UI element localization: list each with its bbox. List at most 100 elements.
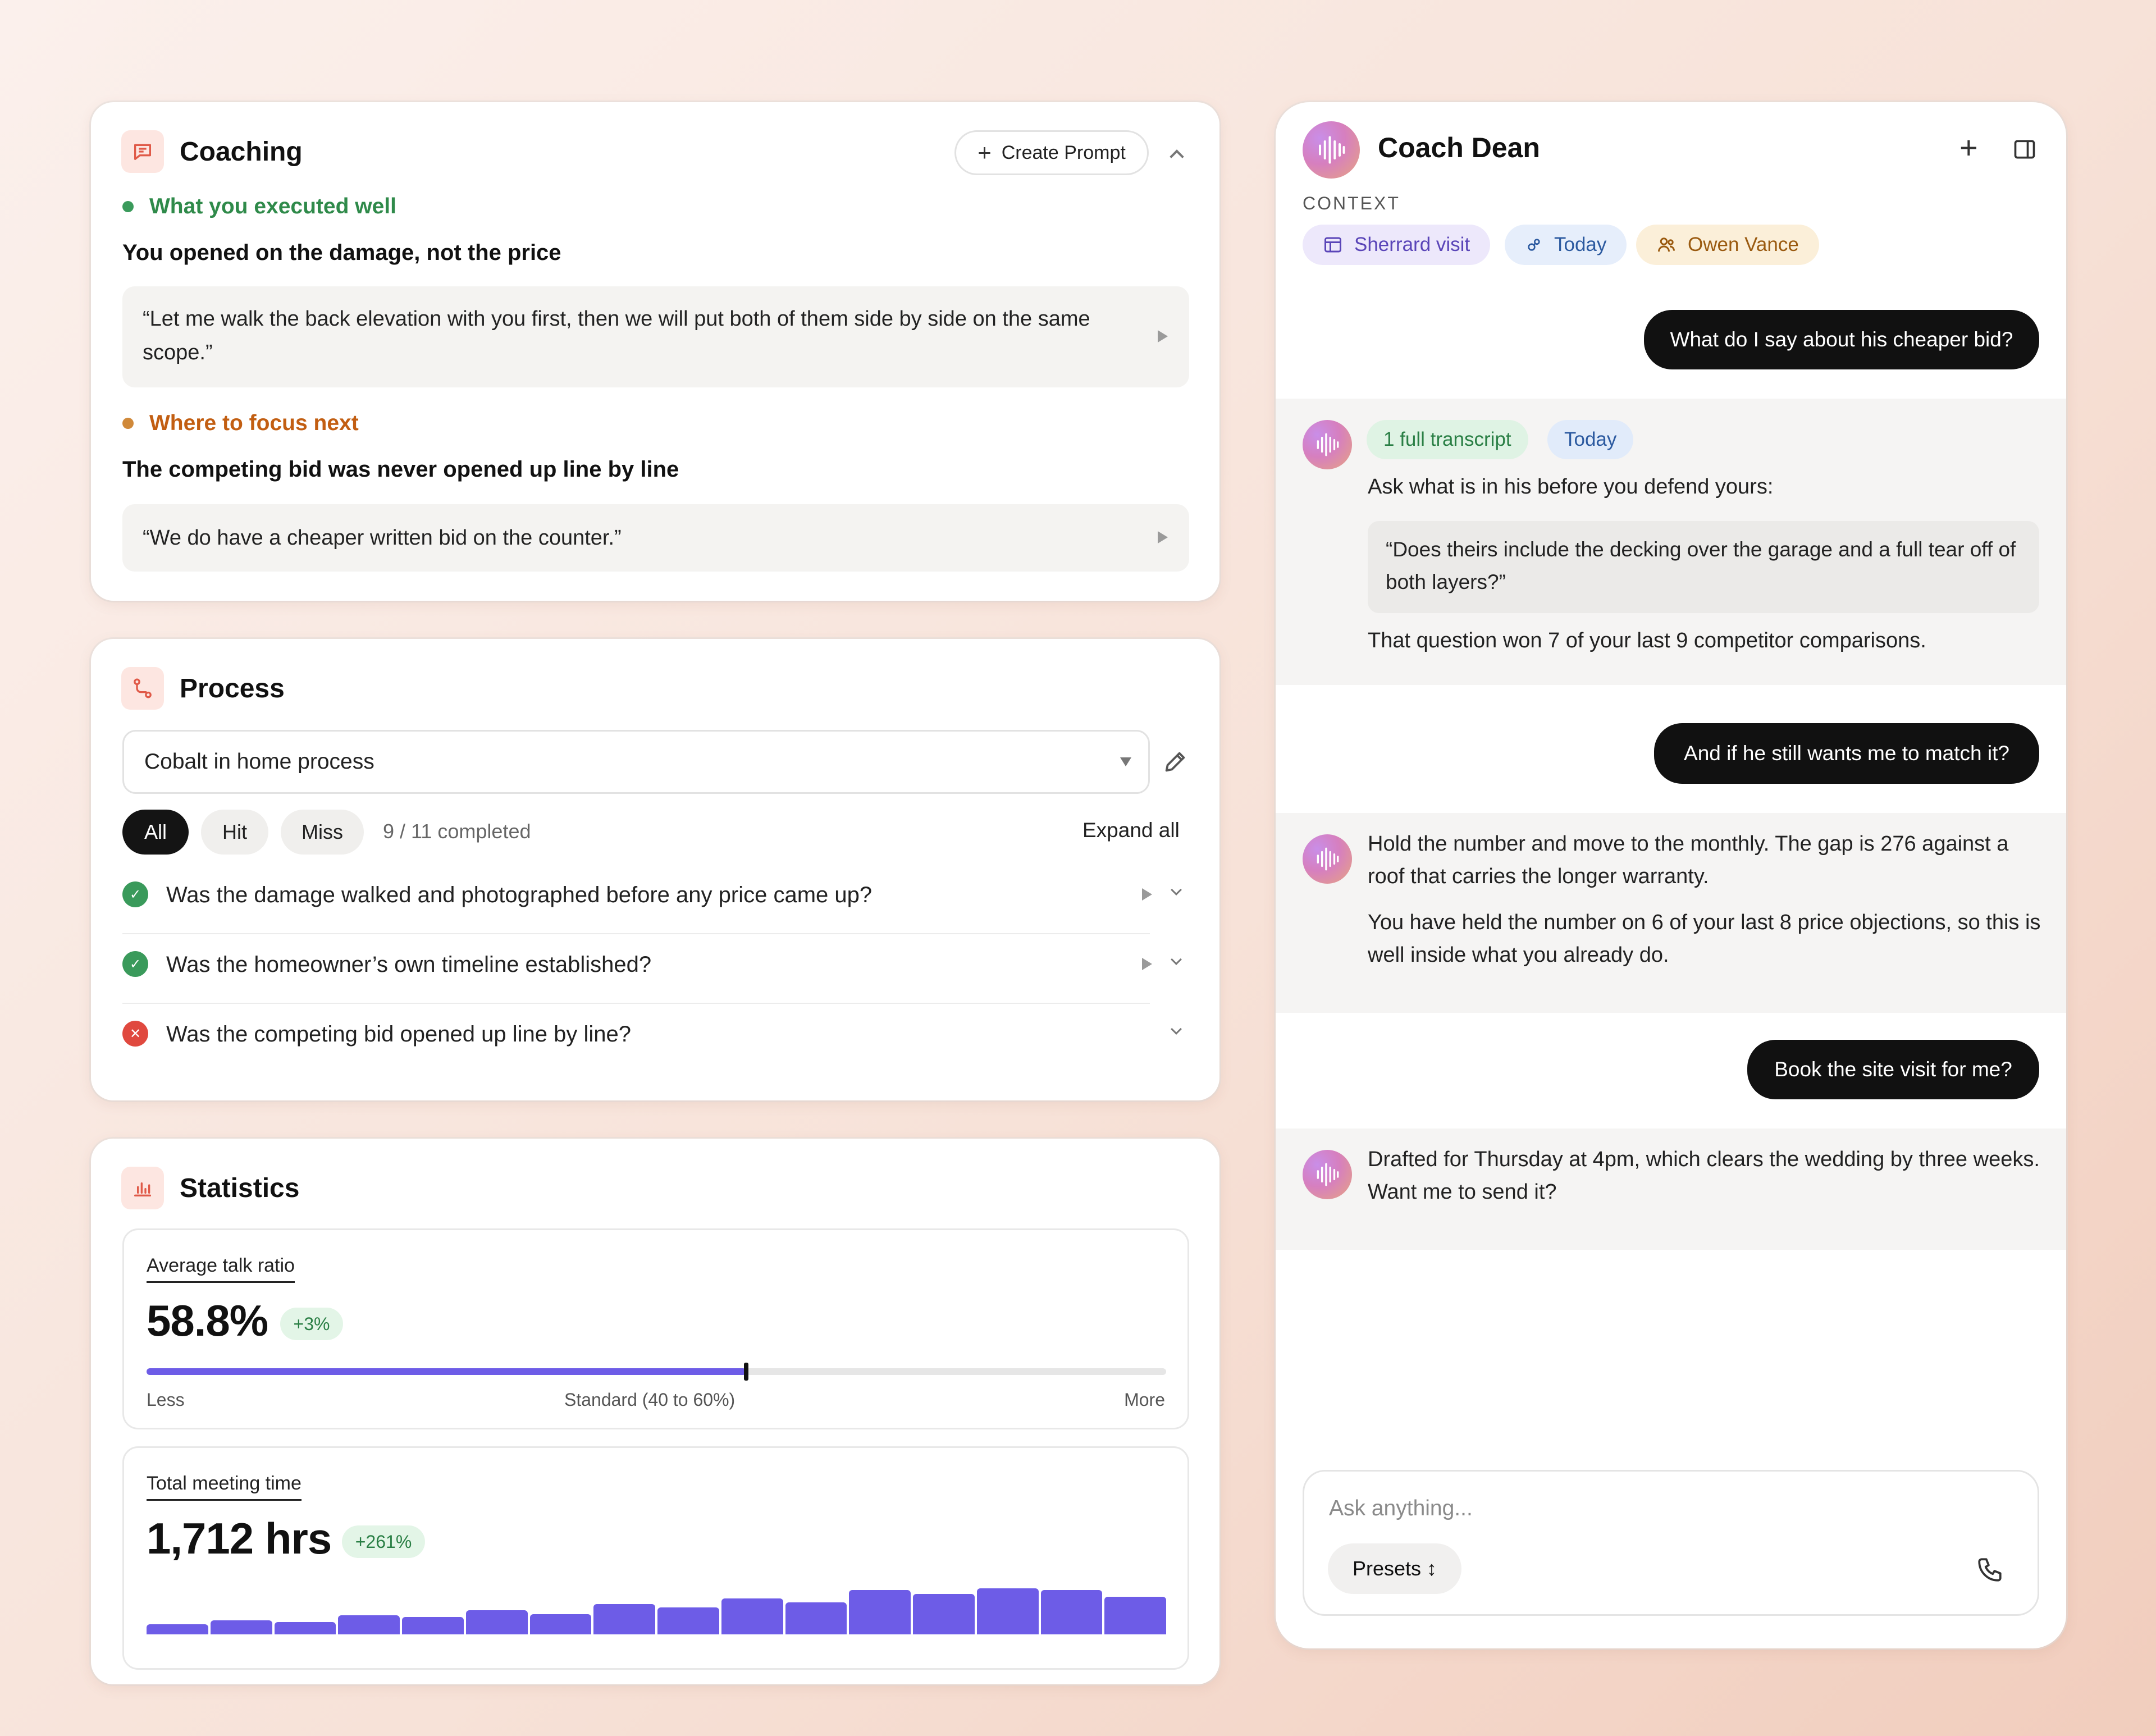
play-icon[interactable] <box>1158 531 1168 543</box>
presets-button[interactable]: Presets ↕ <box>1328 1543 1461 1594</box>
context-tag-owen-label: Owen Vance <box>1688 234 1799 255</box>
miss-x-icon: ✕ <box>122 1021 148 1047</box>
ai-response: Hold the number and move to the monthly.… <box>1276 813 2066 1013</box>
ai-paragraph-1: Hold the number and move to the monthly.… <box>1368 832 2009 888</box>
ai-quote: “Does theirs include the decking over th… <box>1368 521 2039 613</box>
context-tag-owen[interactable]: Owen Vance <box>1636 225 1819 265</box>
ai-response: Drafted for Thursday at 4pm, which clear… <box>1276 1129 2066 1250</box>
statistics-card: Statistics Average talk ratio 58.8% +3% … <box>91 1139 1219 1684</box>
meeting-time-bar <box>274 1622 336 1634</box>
ai-intro-text: Ask what is in his before you defend you… <box>1368 475 1774 499</box>
process-item-2: Was the homeowner’s own timeline establi… <box>166 952 652 977</box>
today-tag[interactable]: Today <box>1547 420 1634 459</box>
ai-quote-text: “Does theirs include the decking over th… <box>1386 538 2016 593</box>
orange-dot-icon <box>122 418 134 429</box>
meeting-time-bar <box>785 1602 847 1634</box>
meeting-time-bar <box>465 1610 528 1634</box>
ai-response: 1 full transcript Today Ask what is in h… <box>1276 399 2066 685</box>
process-select-value: Cobalt in home process <box>144 750 374 774</box>
link-icon <box>1525 236 1543 254</box>
talk-ratio-track <box>147 1363 1166 1381</box>
focus-label-text: Where to focus next <box>149 411 359 435</box>
context-tag-sherrard[interactable]: Sherrard visit <box>1303 225 1491 265</box>
user-message: And if he still wants me to match it? <box>1654 723 2039 784</box>
meeting-time-bar <box>402 1617 464 1634</box>
focus-quote[interactable]: “We do have a cheaper written bid on the… <box>122 504 1189 572</box>
coaching-header: Coaching <box>121 130 303 173</box>
well-quote[interactable]: “Let me walk the back elevation with you… <box>122 286 1189 387</box>
talk-ratio-delta: +3% <box>280 1308 343 1340</box>
chevron-down-icon[interactable] <box>1171 884 1182 896</box>
route-icon <box>121 667 164 710</box>
process-item-1: Was the damage walked and photographed b… <box>166 883 873 907</box>
meeting-time-bar <box>210 1620 272 1634</box>
chevron-down-icon[interactable] <box>1171 1024 1182 1035</box>
play-icon[interactable] <box>1142 958 1152 970</box>
filter-hit[interactable]: Hit <box>201 810 268 855</box>
expand-all-button[interactable]: Expand all <box>1082 819 1180 842</box>
coach-avatar <box>1303 121 1360 179</box>
well-label-text: What you executed well <box>149 194 396 218</box>
row-divider <box>122 1003 1150 1004</box>
well-headline: You opened on the damage, not the price <box>122 240 561 265</box>
coach-panel: Coach Dean + CONTEXT Sherrard visit Toda… <box>1276 102 2066 1648</box>
hit-check-icon: ✓ <box>122 951 148 977</box>
meeting-time-bar <box>1040 1590 1103 1634</box>
completed-count: 9 / 11 completed <box>383 820 531 843</box>
meeting-time-bar <box>976 1588 1039 1634</box>
talk-ratio-box: Average talk ratio 58.8% +3% Less Standa… <box>122 1228 1189 1429</box>
context-tag-sherrard-label: Sherrard visit <box>1354 234 1470 255</box>
meeting-time-bar <box>593 1604 655 1634</box>
talk-ratio-marker <box>743 1363 748 1381</box>
ask-input-placeholder[interactable]: Ask anything... <box>1329 1496 1473 1521</box>
new-chat-plus-icon[interactable]: + <box>1959 129 1978 166</box>
process-title: Process <box>180 673 285 703</box>
meeting-time-bar <box>657 1607 719 1634</box>
green-dot-icon <box>122 201 134 212</box>
more-label: More <box>1124 1390 1165 1410</box>
play-icon[interactable] <box>1158 330 1168 342</box>
context-tag-today[interactable]: Today <box>1505 225 1627 265</box>
talk-ratio-fill <box>147 1368 746 1375</box>
create-prompt-label: Create Prompt <box>1001 141 1126 163</box>
focus-section-label: Where to focus next <box>122 411 359 436</box>
collapse-chevron-icon[interactable] <box>1170 149 1184 164</box>
transcript-tag[interactable]: 1 full transcript <box>1367 420 1528 459</box>
statistics-header: Statistics <box>121 1167 299 1209</box>
chevron-down-icon[interactable] <box>1171 954 1182 965</box>
ask-input-box[interactable]: Ask anything... Presets ↕ <box>1303 1470 2039 1616</box>
well-section-label: What you executed well <box>122 194 396 219</box>
process-card: Process Cobalt in home process All Hit M… <box>91 639 1219 1100</box>
meeting-time-bars <box>147 1588 1166 1634</box>
user-message: What do I say about his cheaper bid? <box>1644 310 2039 369</box>
meeting-time-bar <box>849 1590 911 1634</box>
phone-icon[interactable] <box>1976 1556 2004 1584</box>
chat-icon <box>121 130 164 173</box>
ai-paragraph-2: You have held the number on 6 of your la… <box>1368 911 2041 967</box>
less-label: Less <box>147 1390 185 1410</box>
talk-ratio-label: Average talk ratio <box>147 1255 295 1283</box>
user-message: Book the site visit for me? <box>1747 1040 2039 1099</box>
edit-pencil-icon[interactable] <box>1162 749 1188 775</box>
meeting-time-delta: +261% <box>342 1525 425 1558</box>
sidebar-toggle-icon[interactable] <box>2012 137 2037 162</box>
meeting-time-bar <box>1104 1597 1166 1634</box>
ai-paragraph: Drafted for Thursday at 4pm, which clear… <box>1368 1148 2040 1204</box>
process-item-3: Was the competing bid opened up line by … <box>166 1022 631 1047</box>
filter-all[interactable]: All <box>122 810 189 855</box>
filter-miss[interactable]: Miss <box>281 810 364 855</box>
context-tag-today-label: Today <box>1554 234 1607 255</box>
statistics-title: Statistics <box>180 1173 300 1203</box>
coach-title: Coach Dean <box>1378 132 1540 163</box>
play-icon[interactable] <box>1142 888 1152 901</box>
meeting-time-bar <box>721 1598 783 1634</box>
context-label: CONTEXT <box>1303 193 1400 213</box>
meeting-time-bar <box>529 1614 592 1634</box>
meeting-time-value: 1,712 hrs <box>147 1514 332 1563</box>
focus-quote-text: “We do have a cheaper written bid on the… <box>143 526 622 550</box>
coaching-title: Coaching <box>180 136 303 167</box>
hit-check-icon: ✓ <box>122 881 148 907</box>
process-select[interactable]: Cobalt in home process <box>122 730 1150 794</box>
create-prompt-button[interactable]: + Create Prompt <box>954 130 1149 175</box>
plus-icon: + <box>977 139 992 166</box>
